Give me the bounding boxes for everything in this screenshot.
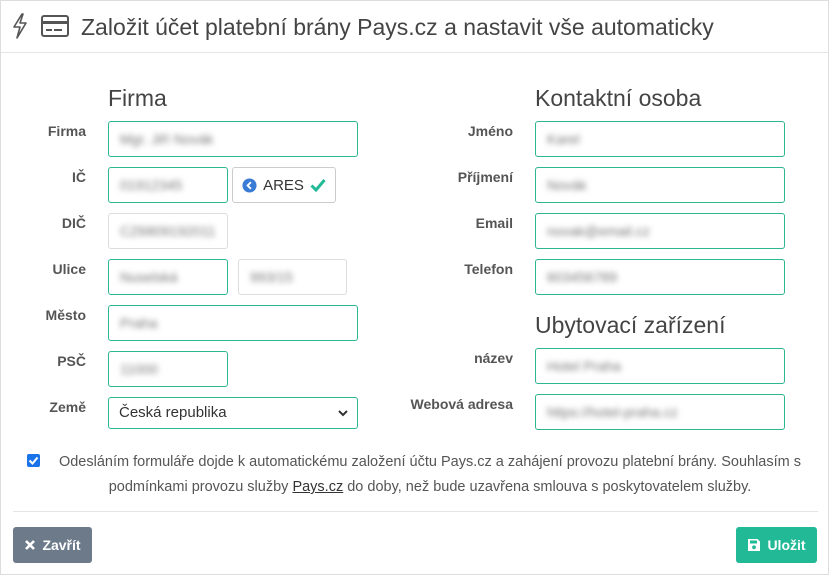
ic-input[interactable]: 01912345 [108,167,228,203]
country-select[interactable]: Česká republika [108,397,358,429]
chevron-down-icon [338,410,348,417]
credit-card-icon [41,15,69,37]
check-icon [310,179,326,192]
modal-dialog: Založit účet platební brány Pays.cz a na… [0,0,829,575]
zip-input[interactable]: 11000 [108,351,228,387]
label-zeme: Země [49,399,86,415]
label-psc: PSČ [57,353,86,369]
bolt-icon [13,13,27,39]
email-input[interactable]: novak@email.cz [535,213,785,249]
consent-row: Odesláním formuláře dojde k automatickém… [25,450,815,500]
street-input[interactable]: Nuselská [108,259,228,295]
label-web: Webová adresa [410,396,513,412]
label-dic: DIČ [61,215,86,231]
street-number-input[interactable]: 993/15 [238,259,347,295]
phone-input[interactable]: 603456789 [535,259,785,295]
country-selected-value: Česká republika [119,404,227,421]
first-name-input[interactable]: Karel [535,121,785,157]
label-prijmeni: Příjmení [457,169,513,185]
footer-divider [13,511,818,512]
save-label: Uložit [767,537,806,553]
label-telefon: Telefon [464,261,513,277]
label-ic: IČ [72,169,86,185]
last-name-input[interactable]: Novák [535,167,785,203]
label-mesto: Město [45,307,86,323]
modal-header: Založit účet platební brány Pays.cz a na… [1,1,829,53]
dic-input[interactable]: CZ6809192011 [108,213,228,249]
close-icon [25,540,36,550]
label-jmeno: Jméno [467,123,513,139]
chevron-left-circle-icon [242,177,257,193]
ares-button[interactable]: ARES [232,167,336,203]
label-firma: Firma [47,123,86,139]
checkbox-check-icon [28,456,39,465]
firma-input[interactable]: Mgr. Jiří Novák [108,121,358,157]
label-email: Email [475,215,513,231]
consent-checkbox[interactable] [27,454,40,467]
city-input[interactable]: Praha [108,305,358,341]
ares-label: ARES [263,176,304,194]
website-input[interactable]: https://hotel-praha.cz [535,394,785,430]
company-section-title: Firma [108,85,167,111]
consent-text: Odesláním formuláře dojde k automatickém… [58,454,802,495]
accommodation-section-title: Ubytovací zařízení [535,312,726,338]
label-ulice: Ulice [52,261,86,277]
accommodation-name-input[interactable]: Hotel Praha [535,348,785,384]
save-icon [748,539,761,551]
label-nazev: název [474,350,513,366]
contact-section-title: Kontaktní osoba [535,85,702,111]
close-label: Zavřít [42,537,81,553]
close-button[interactable]: Zavřít [13,527,92,563]
pays-link[interactable]: Pays.cz [292,479,343,495]
modal-title: Založit účet platební brány Pays.cz a na… [81,14,714,40]
save-button[interactable]: Uložit [736,527,817,563]
